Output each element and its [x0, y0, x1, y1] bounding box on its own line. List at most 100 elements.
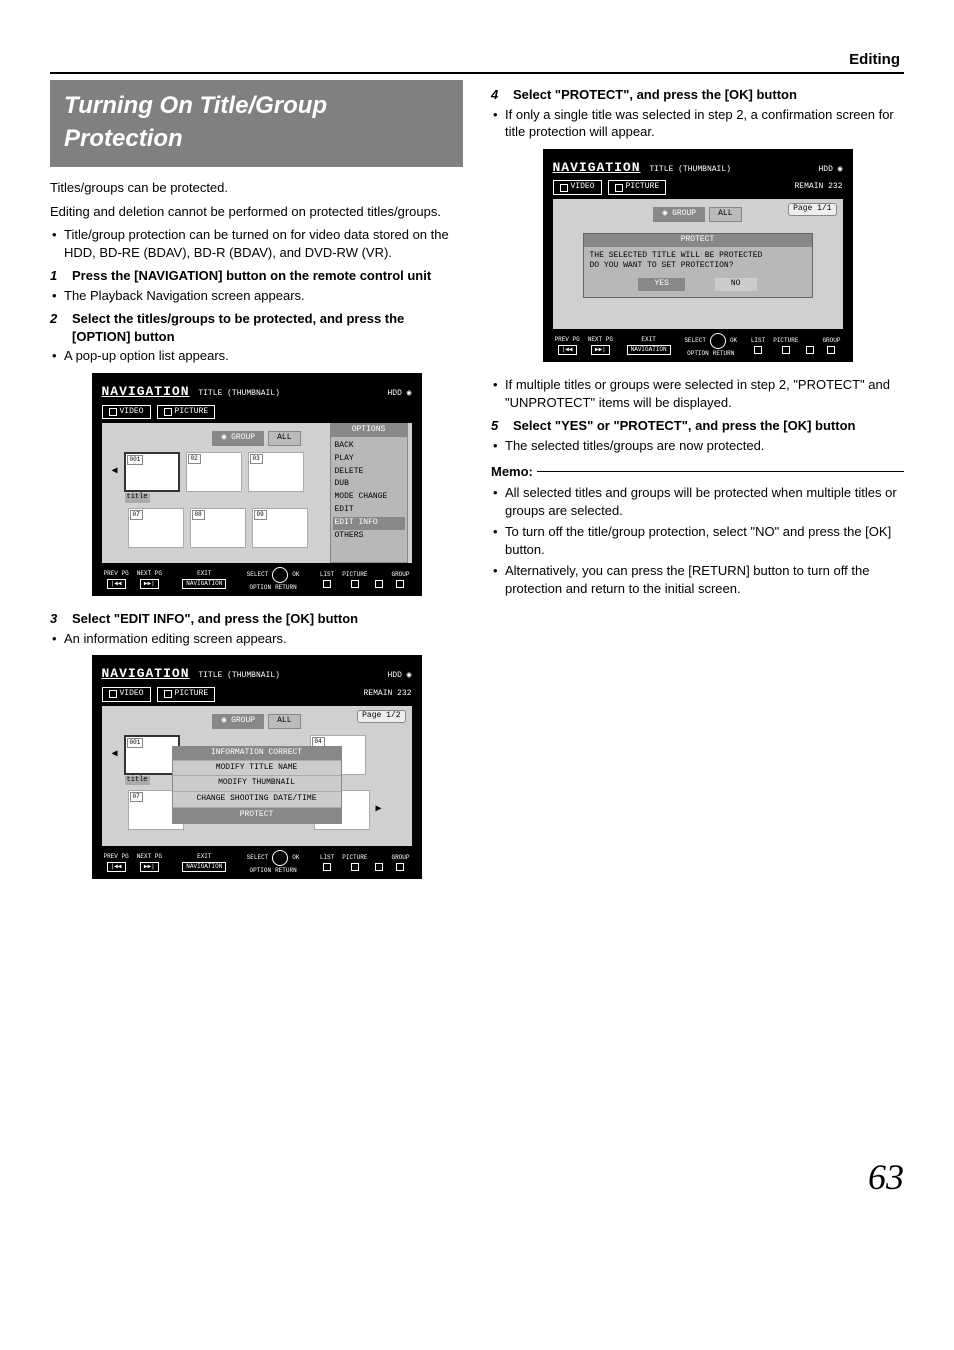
color-key-icon	[323, 863, 331, 871]
nav-title: NAVIGATION	[102, 384, 190, 399]
nav-title: NAVIGATION	[553, 160, 641, 175]
tab-video[interactable]: VIDEO	[553, 180, 602, 195]
tab-picture[interactable]: PICTURE	[157, 405, 216, 420]
thumb-label: title	[125, 493, 150, 502]
filter-group[interactable]: ◉ GROUP	[212, 714, 264, 729]
step-5: 5 Select "YES" or "PROTECT", and press t…	[491, 417, 904, 435]
step-number: 3	[50, 610, 64, 628]
figure-footer: PREV PG|◀◀ NEXT PG▶▶| EXITNAVIGATION SEL…	[102, 563, 412, 592]
step-number: 4	[491, 86, 505, 104]
options-panel: OPTIONS BACK PLAY DELETE DUB MODE CHANGE…	[330, 423, 408, 563]
thumbnail[interactable]: 03	[248, 452, 304, 492]
step-5-body: The selected titles/groups are now prote…	[491, 437, 904, 455]
color-key-icon	[351, 863, 359, 871]
color-key-icon	[782, 346, 790, 354]
arrow-left-icon[interactable]: ◀	[112, 748, 118, 762]
filter-group[interactable]: ◉ GROUP	[653, 207, 705, 222]
memo-header: Memo:	[491, 463, 904, 481]
protect-msg-2: DO YOU WANT TO SET PROTECTION?	[590, 261, 734, 270]
tab-video[interactable]: VIDEO	[102, 687, 151, 702]
right-column: 4 Select "PROTECT", and press the [OK] b…	[491, 80, 904, 893]
navigation-key-icon: NAVIGATION	[627, 345, 671, 355]
nav-subtitle: TITLE (THUMBNAIL)	[198, 671, 280, 680]
memo-rule	[537, 471, 904, 472]
thumbnail[interactable]: 07	[128, 508, 184, 548]
hdd-indicator: HDD ◉	[387, 671, 411, 682]
info-modify-thumb[interactable]: MODIFY THUMBNAIL	[173, 775, 341, 791]
joystick-icon	[272, 567, 288, 583]
page-title: Turning On Title/Group Protection	[50, 80, 463, 167]
step-3-body: An information editing screen appears.	[50, 630, 463, 648]
figure-protect-dialog: NAVIGATION TITLE (THUMBNAIL) HDD ◉ VIDEO…	[543, 149, 853, 362]
arrow-right-icon[interactable]: ▶	[376, 803, 382, 817]
filter-group[interactable]: ◉ GROUP	[212, 431, 264, 446]
arrow-left-icon[interactable]: ◀	[112, 465, 118, 479]
thumbnail[interactable]: 08	[190, 508, 246, 548]
opt-back[interactable]: BACK	[335, 440, 403, 453]
info-change-date[interactable]: CHANGE SHOOTING DATE/TIME	[173, 791, 341, 807]
step-1-body: The Playback Navigation screen appears.	[50, 287, 463, 305]
nav-subtitle: TITLE (THUMBNAIL)	[649, 165, 731, 174]
opt-dub[interactable]: DUB	[335, 478, 403, 491]
page-indicator: Page 1/1	[788, 203, 836, 216]
opt-delete[interactable]: DELETE	[335, 466, 403, 479]
memo-item: To turn off the title/group protection, …	[491, 523, 904, 558]
thumbnail[interactable]: 001	[124, 452, 180, 492]
protect-head: PROTECT	[584, 234, 812, 247]
figure-info-panel: NAVIGATION TITLE (THUMBNAIL) HDD ◉ VIDEO…	[92, 655, 422, 878]
step-text: Press the [NAVIGATION] button on the rem…	[72, 267, 463, 285]
step-text: Select the titles/groups to be protected…	[72, 310, 463, 345]
info-head: INFORMATION CORRECT	[173, 747, 341, 760]
color-key-icon	[396, 580, 404, 588]
step-number: 1	[50, 267, 64, 285]
opt-others[interactable]: OTHERS	[335, 530, 403, 543]
opt-edit[interactable]: EDIT	[335, 504, 403, 517]
figure-options-popup: NAVIGATION TITLE (THUMBNAIL) HDD ◉ VIDEO…	[92, 373, 422, 596]
color-key-icon	[375, 580, 383, 588]
joystick-icon	[272, 850, 288, 866]
tab-picture[interactable]: PICTURE	[157, 687, 216, 702]
opt-mode-change[interactable]: MODE CHANGE	[335, 491, 403, 504]
step-number: 2	[50, 310, 64, 345]
filter-all[interactable]: ALL	[268, 431, 300, 446]
step-4-note: If multiple titles or groups were select…	[491, 376, 904, 411]
info-modify-name[interactable]: MODIFY TITLE NAME	[173, 760, 341, 776]
opt-play[interactable]: PLAY	[335, 453, 403, 466]
step-1: 1 Press the [NAVIGATION] button on the r…	[50, 267, 463, 285]
color-key-icon	[827, 346, 835, 354]
prev-key-icon: |◀◀	[107, 579, 126, 589]
step-2-body: A pop-up option list appears.	[50, 347, 463, 365]
no-button[interactable]: NO	[715, 278, 757, 291]
thumbnail[interactable]: 02	[186, 452, 242, 492]
info-panel: INFORMATION CORRECT MODIFY TITLE NAME MO…	[172, 746, 342, 824]
navigation-key-icon: NAVIGATION	[182, 862, 226, 872]
color-key-icon	[806, 346, 814, 354]
tab-video[interactable]: VIDEO	[102, 405, 151, 420]
prev-key-icon: |◀◀	[558, 345, 577, 355]
step-text: Select "EDIT INFO", and press the [OK] b…	[72, 610, 463, 628]
step-4: 4 Select "PROTECT", and press the [OK] b…	[491, 86, 904, 104]
color-key-icon	[323, 580, 331, 588]
thumbnail[interactable]: 09	[252, 508, 308, 548]
yes-button[interactable]: YES	[638, 278, 684, 291]
next-key-icon: ▶▶|	[140, 862, 159, 872]
figure-footer: PREV PG|◀◀ NEXT PG▶▶| EXITNAVIGATION SEL…	[102, 846, 412, 875]
step-text: Select "PROTECT", and press the [OK] but…	[513, 86, 904, 104]
page-number: 63	[50, 1153, 904, 1202]
tab-picture[interactable]: PICTURE	[608, 180, 667, 195]
step-3: 3 Select "EDIT INFO", and press the [OK]…	[50, 610, 463, 628]
filter-all[interactable]: ALL	[268, 714, 300, 729]
opt-edit-info[interactable]: EDIT INFO	[333, 517, 405, 530]
options-head: OPTIONS	[331, 424, 407, 437]
memo-item: All selected titles and groups will be p…	[491, 484, 904, 519]
protect-dialog: PROTECT THE SELECTED TITLE WILL BE PROTE…	[583, 233, 813, 298]
memo-item: Alternatively, you can press the [RETURN…	[491, 562, 904, 597]
filter-all[interactable]: ALL	[709, 207, 741, 222]
left-column: Turning On Title/Group Protection Titles…	[50, 80, 463, 893]
info-protect[interactable]: PROTECT	[173, 807, 341, 823]
nav-subtitle: TITLE (THUMBNAIL)	[198, 389, 280, 398]
step-4-body: If only a single title was selected in s…	[491, 106, 904, 141]
page-indicator: Page 1/2	[357, 710, 405, 723]
navigation-key-icon: NAVIGATION	[182, 579, 226, 589]
color-key-icon	[351, 580, 359, 588]
